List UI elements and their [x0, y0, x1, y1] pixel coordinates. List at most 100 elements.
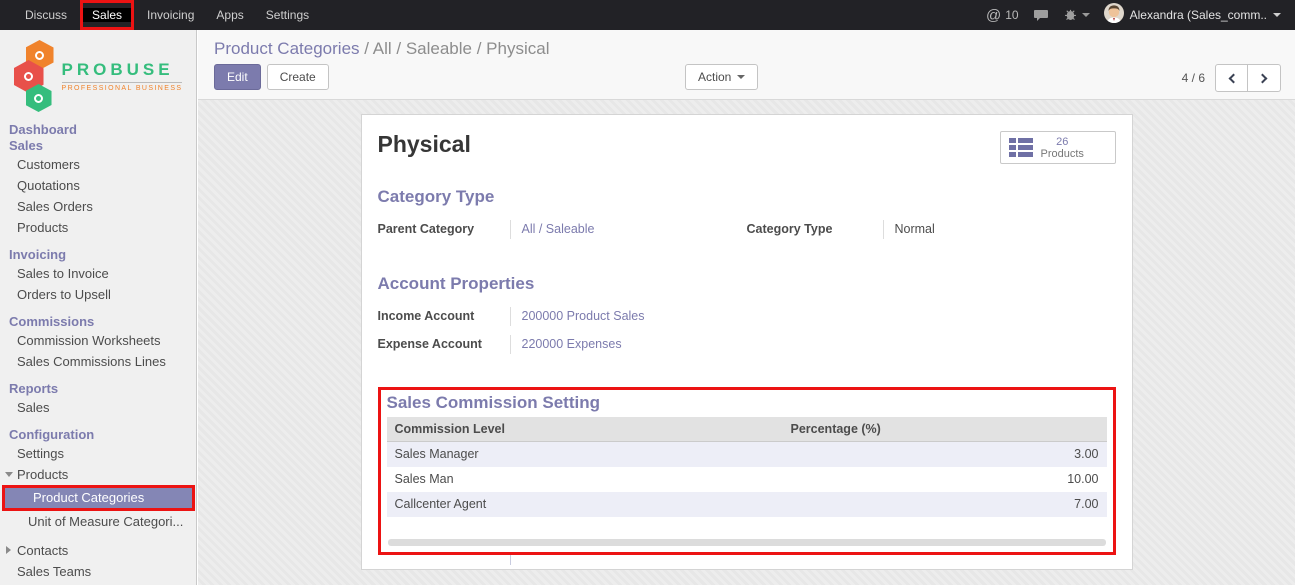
table-header-row: Commission Level Percentage (%) — [387, 417, 1107, 442]
sidebar-heading-sales[interactable]: Sales — [0, 138, 196, 154]
field-parent-category: Parent Category All / Saleable — [378, 220, 747, 239]
column-header-percentage: Percentage (%) — [783, 417, 1107, 442]
sidebar-heading-commissions[interactable]: Commissions — [0, 314, 196, 330]
top-menu-sales[interactable]: Sales — [83, 8, 131, 22]
sidebar-heading-dashboard[interactable]: Dashboard — [0, 122, 196, 138]
commission-level-cell: Sales Man — [387, 467, 783, 492]
field-label: Parent Category — [378, 220, 510, 239]
products-count: 26 — [1041, 136, 1084, 148]
pager: 4 / 6 — [1182, 64, 1281, 92]
horizontal-scrollbar[interactable] — [388, 539, 1106, 546]
table-row[interactable]: Sales Man 10.00 — [387, 467, 1107, 492]
sidebar-heading-configuration[interactable]: Configuration — [0, 427, 196, 443]
top-menu-invoicing[interactable]: Invoicing — [136, 0, 205, 30]
sidebar: PROBUSE PROFESSIONAL BUSINESS Dashboard … — [0, 30, 197, 585]
pager-next-button[interactable] — [1248, 64, 1281, 92]
field-separator-stub — [510, 555, 511, 565]
form-sheet: Physical 26 Products Category Type — [361, 114, 1133, 570]
income-account-link[interactable]: 200000 Product Sales — [510, 307, 747, 326]
commission-table: Commission Level Percentage (%) Sales Ma… — [387, 417, 1107, 517]
section-heading-sales-commission: Sales Commission Setting — [387, 393, 1107, 413]
chevron-down-icon — [737, 75, 745, 79]
column-header-commission-level: Commission Level — [387, 417, 783, 442]
field-label: Category Type — [747, 220, 883, 239]
brand-tagline: PROFESSIONAL BUSINESS — [62, 82, 183, 92]
products-stat-button[interactable]: 26 Products — [1000, 131, 1116, 164]
bug-icon — [1063, 7, 1079, 23]
sidebar-item-quotations[interactable]: Quotations — [0, 175, 196, 196]
category-type-value: Normal — [883, 220, 1116, 239]
logo-hexagons-icon — [14, 40, 56, 112]
breadcrumb-current: All / Saleable / Physical — [373, 39, 550, 58]
breadcrumb-product-categories[interactable]: Product Categories — [214, 39, 360, 58]
pager-previous-button[interactable] — [1215, 64, 1248, 92]
brand-name: PROBUSE — [62, 60, 183, 80]
content-background: Physical 26 Products Category Type — [198, 100, 1295, 585]
create-button[interactable]: Create — [267, 64, 329, 90]
chevron-left-icon — [1228, 73, 1238, 83]
sidebar-item-products-config[interactable]: Products — [0, 464, 196, 485]
chat-icon[interactable] — [1033, 7, 1049, 23]
sidebar-heading-invoicing[interactable]: Invoicing — [0, 247, 196, 263]
expense-account-link[interactable]: 220000 Expenses — [510, 335, 747, 354]
table-row[interactable]: Callcenter Agent 7.00 — [387, 492, 1107, 517]
top-menu-list: Discuss Sales Invoicing Apps Settings — [0, 0, 320, 30]
mention-icon: @ — [986, 7, 1001, 24]
top-menu-settings[interactable]: Settings — [255, 0, 320, 30]
chevron-right-icon — [6, 546, 11, 554]
percentage-cell: 7.00 — [783, 492, 1107, 517]
sidebar-item-commission-worksheets[interactable]: Commission Worksheets — [0, 330, 196, 351]
parent-category-link[interactable]: All / Saleable — [510, 220, 747, 239]
probuse-logo: PROBUSE PROFESSIONAL BUSINESS — [0, 30, 196, 118]
sidebar-item-sales-teams[interactable]: Sales Teams — [0, 561, 196, 582]
debug-menu-button[interactable] — [1063, 7, 1090, 23]
top-menu-discuss[interactable]: Discuss — [14, 0, 78, 30]
commission-level-cell: Sales Manager — [387, 442, 783, 467]
top-menu-apps[interactable]: Apps — [205, 0, 254, 30]
sidebar-item-label: Contacts — [17, 543, 68, 558]
sidebar-item-sales-to-invoice[interactable]: Sales to Invoice — [0, 263, 196, 284]
sidebar-item-sales-orders[interactable]: Sales Orders — [0, 196, 196, 217]
breadcrumb-separator: / — [360, 39, 373, 58]
sidebar-item-uom-categories[interactable]: Unit of Measure Categori... — [0, 511, 196, 532]
sidebar-item-product-categories[interactable]: Product Categories — [5, 488, 192, 508]
record-title: Physical — [378, 131, 471, 158]
user-name: Alexandra (Sales_comm.. — [1130, 8, 1267, 22]
sidebar-item-contacts[interactable]: Contacts — [0, 540, 196, 561]
sidebar-heading-reports[interactable]: Reports — [0, 381, 196, 397]
avatar — [1104, 3, 1124, 28]
sidebar-item-sales-commissions-lines[interactable]: Sales Commissions Lines — [0, 351, 196, 372]
highlight-box-product-categories: Product Categories — [2, 485, 195, 511]
action-dropdown-button[interactable]: Action — [685, 64, 758, 90]
sidebar-item-orders-to-upsell[interactable]: Orders to Upsell — [0, 284, 196, 305]
field-label: Expense Account — [378, 335, 510, 354]
percentage-cell: 10.00 — [783, 467, 1107, 492]
highlight-box-sales-menu: Sales — [80, 0, 134, 30]
sidebar-nav: Dashboard Sales Customers Quotations Sal… — [0, 118, 196, 582]
table-empty-space — [387, 517, 1107, 539]
user-menu[interactable]: Alexandra (Sales_comm.. — [1104, 3, 1281, 28]
chevron-down-icon — [5, 472, 13, 477]
mentions-button[interactable]: @ 10 — [986, 7, 1019, 24]
field-expense-account: Expense Account 220000 Expenses — [378, 335, 747, 354]
section-heading-category-type: Category Type — [378, 187, 1116, 207]
percentage-cell: 3.00 — [783, 442, 1107, 467]
table-row[interactable]: Sales Manager 3.00 — [387, 442, 1107, 467]
sidebar-item-label: Products — [17, 467, 68, 482]
list-icon — [1009, 138, 1033, 157]
field-category-type: Category Type Normal — [747, 220, 1116, 239]
field-income-account: Income Account 200000 Product Sales — [378, 307, 747, 326]
sidebar-item-customers[interactable]: Customers — [0, 154, 196, 175]
sidebar-item-settings[interactable]: Settings — [0, 443, 196, 464]
commission-level-cell: Callcenter Agent — [387, 492, 783, 517]
products-label: Products — [1041, 148, 1084, 160]
topbar-right: @ 10 Alexandra (Sales_comm.. — [986, 3, 1295, 28]
chevron-right-icon — [1258, 73, 1268, 83]
mention-count: 10 — [1005, 8, 1018, 22]
action-label: Action — [698, 70, 731, 84]
highlight-box-commission-section: Sales Commission Setting Commission Leve… — [378, 387, 1116, 555]
top-navbar: Discuss Sales Invoicing Apps Settings @ … — [0, 0, 1295, 30]
sidebar-item-products[interactable]: Products — [0, 217, 196, 238]
edit-button[interactable]: Edit — [214, 64, 261, 90]
sidebar-item-reports-sales[interactable]: Sales — [0, 397, 196, 418]
